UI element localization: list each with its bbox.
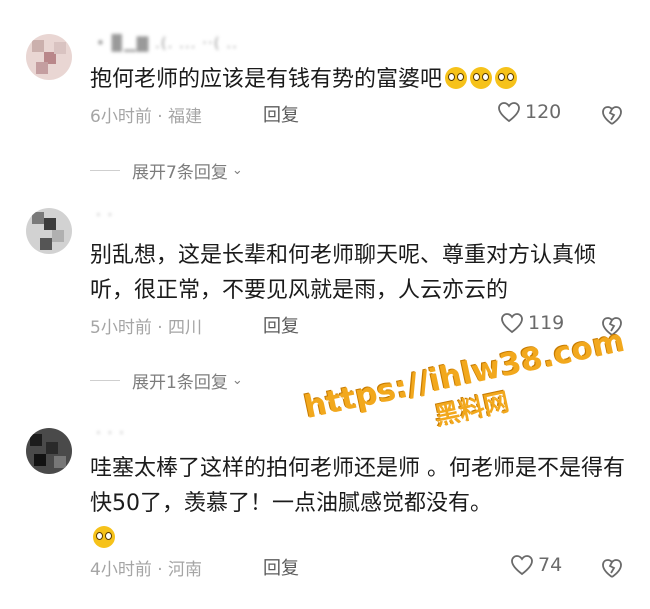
astonished-emoji-icon (445, 67, 468, 89)
username[interactable]: · · · (96, 424, 125, 442)
heart-icon (511, 555, 533, 576)
like-count: 120 (525, 101, 562, 123)
expand-replies[interactable]: 展开7条回复 ⌄ (90, 158, 243, 183)
astonished-emoji-icon (495, 67, 518, 89)
comment-meta: 5小时前 · 四川 (90, 318, 203, 338)
reply-button[interactable]: 回复 (263, 312, 299, 338)
comment-text: 别乱想，这是长辈和何老师聊天呢、尊重对方认真倾听，很正常，不要见风就是雨，人云亦… (90, 243, 597, 303)
comment-text: 抱何老师的应该是有钱有势的富婆吧 (90, 62, 635, 97)
dislike-icon[interactable] (600, 103, 624, 127)
heart-icon (501, 313, 523, 334)
like-button[interactable]: 119 (500, 312, 564, 334)
watermark: https://ihlw38.com 黑料网 (294, 321, 641, 460)
comment-meta: 4小时前 · 河南 (90, 560, 203, 580)
like-button[interactable]: 74 (510, 554, 562, 576)
avatar[interactable] (26, 208, 72, 254)
avatar[interactable] (26, 428, 72, 474)
dislike-icon[interactable] (600, 556, 624, 580)
reply-button[interactable]: 回复 (263, 101, 299, 127)
expand-replies[interactable]: 展开1条回复 ⌄ (90, 368, 243, 393)
chevron-down-icon: ⌄ (231, 373, 243, 388)
astonished-emoji-icon (470, 67, 493, 89)
like-count: 119 (528, 312, 565, 334)
like-button[interactable]: 120 (497, 101, 561, 123)
divider (90, 170, 120, 171)
avatar[interactable] (26, 34, 72, 80)
comment-meta: 6小时前 · 福建 (90, 107, 203, 127)
username[interactable]: · · (96, 206, 113, 224)
like-count: 74 (538, 554, 563, 576)
divider (90, 380, 120, 381)
reply-button[interactable]: 回复 (263, 554, 299, 580)
username[interactable]: • ▉▁▇ .(. ... ··( .. (96, 34, 238, 52)
comment-text: 哇塞太棒了这样的拍何老师还是师 。何老师是不是得有快50了，羡慕了！一点油腻感觉… (90, 451, 635, 556)
crying-emoji-icon (93, 526, 115, 548)
heart-icon (498, 102, 520, 123)
chevron-down-icon: ⌄ (231, 163, 243, 178)
